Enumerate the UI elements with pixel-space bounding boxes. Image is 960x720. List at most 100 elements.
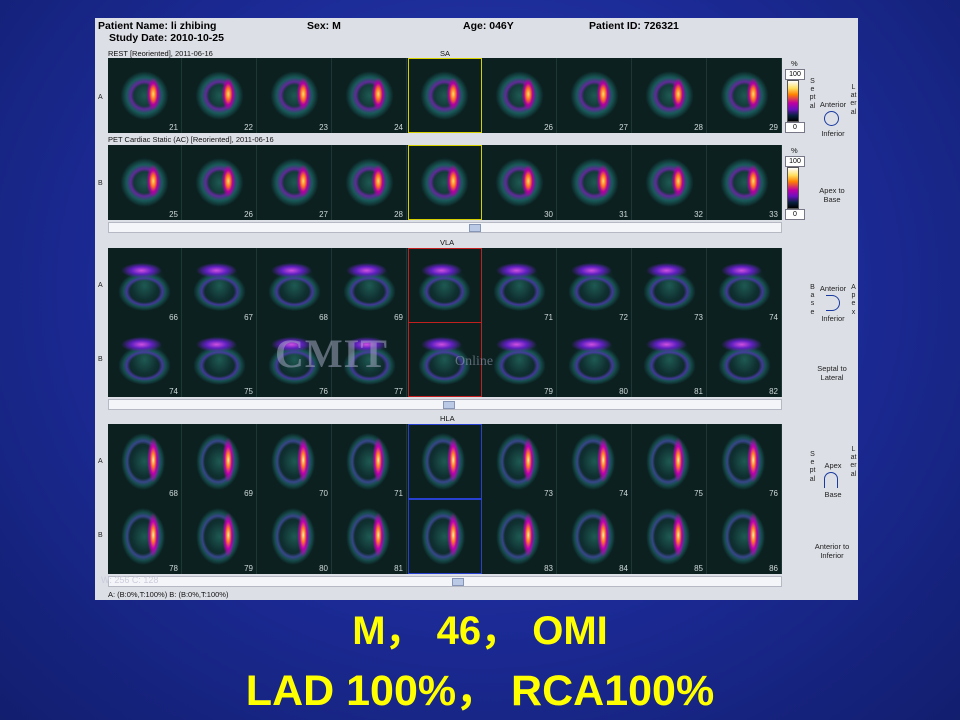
slice-number: 66 bbox=[169, 313, 178, 322]
sa-slice-thumbnail[interactable]: 28 bbox=[333, 145, 407, 220]
slice-number: 67 bbox=[244, 313, 253, 322]
vla-row-a[interactable]: 66 67 68 69 71 72 73 74 bbox=[108, 248, 782, 323]
hla-slice-thumbnail[interactable]: 81 bbox=[333, 499, 407, 574]
hla-slice-thumbnail[interactable] bbox=[408, 499, 482, 574]
hla-row-b[interactable]: 78 79 80 81 83 84 85 86 bbox=[108, 499, 782, 574]
hla-scroll-thumb[interactable] bbox=[452, 578, 464, 586]
sa-orient-right: Lateral bbox=[850, 84, 857, 116]
sex: Sex: M bbox=[307, 20, 341, 32]
hla-slice-thumbnail[interactable]: 76 bbox=[708, 424, 782, 499]
sa-slice-thumbnail[interactable]: 33 bbox=[708, 145, 782, 220]
slice-number: 72 bbox=[619, 313, 628, 322]
slice-number: 22 bbox=[244, 123, 253, 132]
vla-slice-thumbnail[interactable]: 66 bbox=[108, 248, 182, 323]
hla-slice-thumbnail[interactable]: 75 bbox=[633, 424, 707, 499]
vla-slice-thumbnail[interactable]: 71 bbox=[483, 248, 557, 323]
colorbar-b-min[interactable]: 0 bbox=[785, 209, 805, 220]
slice-number: 26 bbox=[544, 123, 553, 132]
sa-slice-thumbnail[interactable]: 21 bbox=[108, 58, 182, 133]
sa-pet-label: PET Cardiac Static (AC) [Reoriented], 20… bbox=[108, 135, 274, 144]
hla-slice-thumbnail[interactable]: 73 bbox=[483, 424, 557, 499]
vla-slice-thumbnail[interactable] bbox=[408, 248, 482, 323]
slice-number: 69 bbox=[244, 489, 253, 498]
hla-slice-thumbnail[interactable]: 78 bbox=[108, 499, 182, 574]
hla-row-a-label: A bbox=[98, 458, 103, 465]
sa-slice-thumbnail[interactable] bbox=[408, 58, 482, 133]
sa-slice-thumbnail[interactable]: 28 bbox=[633, 58, 707, 133]
sa-slice-thumbnail[interactable]: 27 bbox=[558, 58, 632, 133]
slice-number: 25 bbox=[169, 210, 178, 219]
sa-slice-thumbnail[interactable]: 30 bbox=[483, 145, 557, 220]
vla-slice-thumbnail[interactable]: 75 bbox=[183, 322, 257, 397]
sa-slice-thumbnail[interactable]: 32 bbox=[633, 145, 707, 220]
vla-slice-thumbnail[interactable]: 81 bbox=[633, 322, 707, 397]
vla-row-b-label: B bbox=[98, 356, 103, 363]
colorbar-a-max[interactable]: 100 bbox=[785, 69, 805, 80]
vla-slice-thumbnail[interactable]: 72 bbox=[558, 248, 632, 323]
hla-slice-thumbnail[interactable]: 70 bbox=[258, 424, 332, 499]
slice-number: 85 bbox=[694, 564, 703, 573]
vla-orient-top: Anterior bbox=[819, 284, 847, 293]
colorbar-a-min[interactable]: 0 bbox=[785, 122, 805, 133]
slice-number: 69 bbox=[394, 313, 403, 322]
vla-slice-thumbnail[interactable]: 74 bbox=[108, 322, 182, 397]
hla-scrollbar[interactable] bbox=[108, 576, 782, 587]
sa-scroll-thumb[interactable] bbox=[469, 224, 481, 232]
vla-slice-thumbnail[interactable]: 79 bbox=[483, 322, 557, 397]
slice-number: 73 bbox=[544, 489, 553, 498]
colorbar-b bbox=[787, 167, 799, 209]
hla-slice-thumbnail[interactable]: 86 bbox=[708, 499, 782, 574]
slice-number: 75 bbox=[694, 489, 703, 498]
vla-slice-thumbnail[interactable]: 68 bbox=[258, 248, 332, 323]
hla-slice-thumbnail[interactable]: 79 bbox=[183, 499, 257, 574]
vla-slice-thumbnail[interactable]: 80 bbox=[558, 322, 632, 397]
sa-slice-thumbnail[interactable]: 26 bbox=[483, 58, 557, 133]
hla-slice-thumbnail[interactable]: 84 bbox=[558, 499, 632, 574]
colorbar-a-unit: % bbox=[791, 59, 798, 68]
sa-row-b[interactable]: 25 26 27 28 30 31 32 33 bbox=[108, 145, 782, 220]
hla-slice-thumbnail[interactable]: 83 bbox=[483, 499, 557, 574]
sa-slice-thumbnail[interactable]: 24 bbox=[333, 58, 407, 133]
vla-scroll-thumb[interactable] bbox=[443, 401, 455, 409]
sa-title: SA bbox=[440, 49, 451, 58]
slice-number: 29 bbox=[769, 123, 778, 132]
sa-scrollbar[interactable] bbox=[108, 222, 782, 233]
sa-slice-thumbnail[interactable]: 27 bbox=[258, 145, 332, 220]
sa-rest-label: REST [Reoriented], 2011-06-16 bbox=[108, 49, 213, 58]
hla-slice-thumbnail[interactable]: 74 bbox=[558, 424, 632, 499]
age: Age: 046Y bbox=[463, 20, 514, 32]
vla-slice-thumbnail[interactable]: 82 bbox=[708, 322, 782, 397]
sa-slice-thumbnail[interactable]: 26 bbox=[183, 145, 257, 220]
colorbar-a bbox=[787, 80, 799, 122]
slice-number: 28 bbox=[694, 123, 703, 132]
sa-orientation-ring-icon bbox=[824, 111, 839, 126]
sa-slice-thumbnail[interactable]: 31 bbox=[558, 145, 632, 220]
hla-slice-thumbnail[interactable]: 68 bbox=[108, 424, 182, 499]
sa-slice-thumbnail[interactable] bbox=[408, 145, 482, 220]
sa-orient-bottom: Inferior bbox=[821, 129, 845, 138]
hla-slice-thumbnail[interactable]: 71 bbox=[333, 424, 407, 499]
vla-slice-thumbnail[interactable]: 73 bbox=[633, 248, 707, 323]
sa-slice-thumbnail[interactable]: 22 bbox=[183, 58, 257, 133]
hla-slice-thumbnail[interactable]: 85 bbox=[633, 499, 707, 574]
slice-number: 79 bbox=[244, 564, 253, 573]
caption-line-1: M， 46， OMI bbox=[352, 609, 608, 653]
hla-row-a[interactable]: 68 69 70 71 73 74 75 76 bbox=[108, 424, 782, 499]
sa-row-a[interactable]: 21 22 23 24 26 27 28 29 bbox=[108, 58, 782, 133]
hla-slice-thumbnail[interactable]: 69 bbox=[183, 424, 257, 499]
sa-slice-thumbnail[interactable]: 25 bbox=[108, 145, 182, 220]
vla-orient-bottom: Inferior bbox=[821, 314, 845, 323]
vla-row-b[interactable]: 74 75 76 77 79 80 81 82 bbox=[108, 322, 782, 397]
vla-slice-thumbnail[interactable]: 74 bbox=[708, 248, 782, 323]
vla-slice-thumbnail[interactable]: 69 bbox=[333, 248, 407, 323]
watermark-online: Online bbox=[455, 354, 494, 369]
vla-scrollbar[interactable] bbox=[108, 399, 782, 410]
sa-slice-thumbnail[interactable]: 23 bbox=[258, 58, 332, 133]
vla-slice-thumbnail[interactable]: 67 bbox=[183, 248, 257, 323]
hla-row-b-label: B bbox=[98, 532, 103, 539]
slice-number: 21 bbox=[169, 123, 178, 132]
sa-slice-thumbnail[interactable]: 29 bbox=[708, 58, 782, 133]
hla-slice-thumbnail[interactable]: 80 bbox=[258, 499, 332, 574]
colorbar-b-max[interactable]: 100 bbox=[785, 156, 805, 167]
hla-slice-thumbnail[interactable] bbox=[408, 424, 482, 499]
